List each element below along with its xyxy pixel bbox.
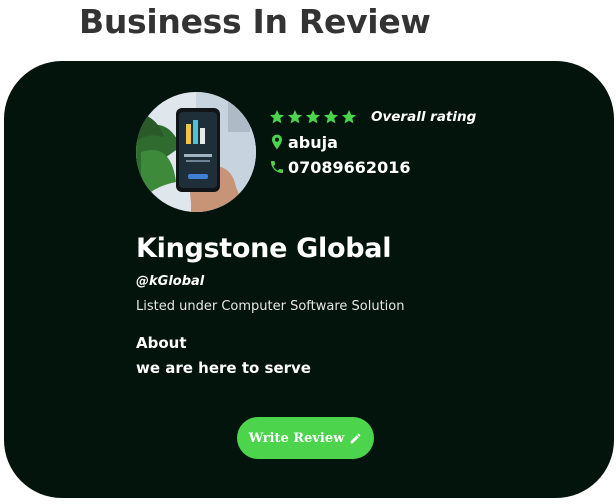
business-meta: Overall rating abuja 07089662016	[269, 106, 476, 178]
pencil-icon	[350, 433, 361, 443]
write-review-label: Write Review	[248, 430, 345, 446]
business-card: Overall rating abuja 07089662016 Kingsto…	[4, 61, 614, 498]
phone-text: 07089662016	[288, 157, 411, 177]
phone-row: 07089662016	[269, 156, 476, 178]
rating-row: Overall rating	[269, 106, 476, 128]
business-name: Kingstone Global	[136, 233, 392, 264]
rating-stars	[269, 109, 357, 125]
location-text: abuja	[288, 132, 338, 152]
business-avatar	[136, 92, 256, 212]
star-icon	[342, 110, 356, 124]
business-category: Listed under Computer Software Solution	[136, 299, 405, 314]
star-icon	[324, 110, 338, 124]
business-handle: @kGlobal	[136, 274, 205, 289]
page-title: Business In Review	[79, 2, 431, 41]
star-icon	[270, 110, 284, 124]
star-icon	[288, 110, 302, 124]
overall-rating-label: Overall rating	[371, 109, 477, 125]
about-text: we are here to serve	[136, 359, 311, 377]
map-pin-icon	[272, 134, 282, 150]
location-row: abuja	[269, 131, 476, 153]
write-review-button[interactable]: Write Review	[237, 417, 374, 459]
star-icon	[306, 110, 320, 124]
phone-icon	[271, 161, 283, 173]
about-heading: About	[136, 334, 187, 352]
